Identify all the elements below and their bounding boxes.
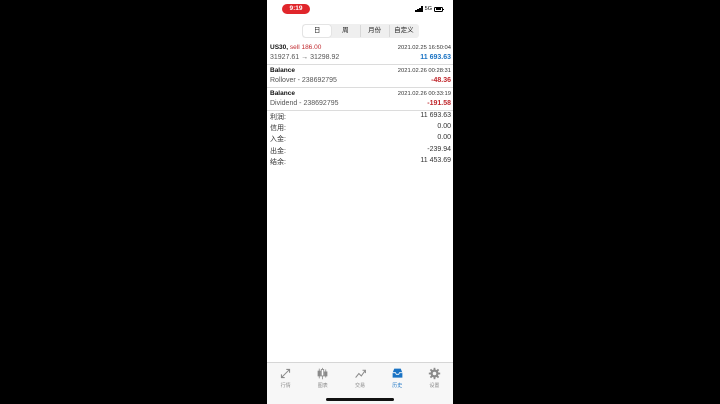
settings-icon (428, 367, 441, 380)
summary-panel: 利润: 11 693.63 信用: 0.00 入金: 0.00 出金: -239… (267, 112, 453, 168)
deal-amount: 11 693.63 (420, 54, 451, 61)
deal-symbol: Balance (270, 67, 295, 74)
trade-icon (354, 369, 366, 378)
tab-settings[interactable]: 设置 (416, 363, 453, 404)
summary-label: 入金: (270, 136, 286, 144)
status-bar: 9:19 5G (267, 0, 453, 18)
deal-detail: Rollover - 238692795 (270, 77, 337, 84)
home-indicator[interactable] (326, 398, 394, 401)
period-segmented-control: 日 周 月份 自定义 (302, 24, 419, 38)
deal-detail: 31927.61 → 31298.92 (270, 54, 340, 61)
deal-list: US30, sell 186.00 2021.02.25 16:50:04 31… (267, 42, 453, 111)
summary-value: -239.94 (427, 145, 451, 153)
chart-icon (317, 367, 328, 380)
history-icon (392, 368, 403, 378)
status-time: 9:19 (282, 4, 310, 14)
deal-side: sell 186.00 (289, 44, 322, 51)
summary-value: 11 693.63 (420, 112, 451, 119)
deal-date: 2021.02.25 16:50:04 (397, 45, 451, 51)
deal-date: 2021.02.26 00:33:19 (397, 91, 451, 97)
deal-date: 2021.02.26 00:28:31 (397, 68, 451, 74)
deal-amount: -191.58 (427, 100, 451, 107)
tab-quotes[interactable]: 行情 (267, 363, 304, 404)
deal-symbol: Balance (270, 90, 295, 97)
summary-label: 利润: (270, 114, 286, 121)
deal-row[interactable]: Balance 2021.02.26 00:33:19 Dividend - 2… (267, 88, 453, 111)
segment-month[interactable]: 月份 (361, 25, 390, 37)
deal-amount: -48.36 (431, 77, 451, 84)
summary-value: 0.00 (437, 123, 451, 131)
summary-label: 信用: (270, 125, 286, 133)
summary-value: 11 453.69 (420, 156, 451, 164)
battery-icon (434, 6, 444, 12)
summary-label: 结余: (270, 158, 286, 166)
segment-week[interactable]: 周 (331, 25, 361, 37)
deal-symbol: US30, (270, 44, 289, 51)
summary-balance: 结余: 11 453.69 (267, 157, 453, 168)
summary-label: 出金: (270, 147, 286, 155)
segment-day[interactable]: 日 (303, 25, 332, 37)
deal-row[interactable]: Balance 2021.02.26 00:28:31 Rollover - 2… (267, 65, 453, 88)
network-type: 5G (424, 6, 432, 12)
summary-profit: 利润: 11 693.63 (267, 112, 453, 123)
deal-detail: Dividend - 238692795 (270, 100, 339, 107)
summary-value: 0.00 (437, 134, 451, 142)
summary-deposit: 入金: 0.00 (267, 134, 453, 145)
summary-withdrawal: 出金: -239.94 (267, 146, 453, 157)
deal-row[interactable]: US30, sell 186.00 2021.02.25 16:50:04 31… (267, 42, 453, 65)
status-indicators: 5G (415, 5, 444, 13)
quotes-icon (281, 368, 291, 379)
signal-icon (415, 6, 423, 12)
phone-screen: 9:19 5G 日 周 月份 自定义 US30, sell 186.00 202… (267, 0, 453, 404)
segment-custom[interactable]: 自定义 (390, 25, 418, 37)
summary-credit: 信用: 0.00 (267, 123, 453, 134)
